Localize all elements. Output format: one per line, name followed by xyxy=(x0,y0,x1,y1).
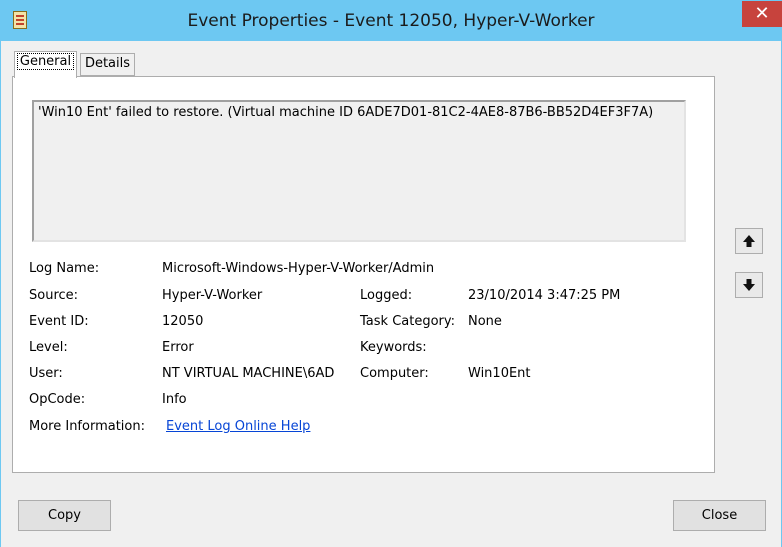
opcode-value[interactable]: Info xyxy=(162,392,187,407)
user-value[interactable]: NT VIRTUAL MACHINE\6AD xyxy=(162,366,334,381)
dialog-body: General Details 'Win10 Ent' failed to re… xyxy=(1,41,781,547)
level-value[interactable]: Error xyxy=(162,340,194,355)
tab-general[interactable]: General xyxy=(14,51,77,78)
title-bar[interactable]: Event Properties - Event 12050, Hyper-V-… xyxy=(1,1,782,41)
keywords-label: Keywords: xyxy=(360,340,427,355)
logged-value[interactable]: 23/10/2014 3:47:25 PM xyxy=(468,288,620,303)
window-title: Event Properties - Event 12050, Hyper-V-… xyxy=(187,11,595,31)
level-label: Level: xyxy=(29,340,68,355)
event-id-value[interactable]: 12050 xyxy=(162,314,203,329)
log-name-value[interactable]: Microsoft-Windows-Hyper-V-Worker/Admin xyxy=(162,261,434,276)
computer-value[interactable]: Win10Ent xyxy=(468,366,531,381)
copy-button[interactable]: Copy xyxy=(18,500,111,531)
window-close-button[interactable]: ✕ xyxy=(742,1,782,27)
down-arrow-icon xyxy=(743,279,755,291)
task-category-label: Task Category: xyxy=(360,314,456,329)
user-label: User: xyxy=(29,366,63,381)
source-label: Source: xyxy=(29,288,79,303)
opcode-label: OpCode: xyxy=(29,392,86,407)
up-arrow-icon xyxy=(743,235,755,247)
event-log-online-help-link[interactable]: Event Log Online Help xyxy=(166,419,310,434)
event-properties-window: Event Properties - Event 12050, Hyper-V-… xyxy=(0,0,782,547)
tab-details[interactable]: Details xyxy=(80,53,135,76)
event-id-label: Event ID: xyxy=(29,314,89,329)
source-value[interactable]: Hyper-V-Worker xyxy=(162,288,262,303)
log-name-label: Log Name: xyxy=(29,261,100,276)
general-tab-panel: 'Win10 Ent' failed to restore. (Virtual … xyxy=(12,76,715,473)
task-category-value[interactable]: None xyxy=(468,314,502,329)
event-description-box[interactable]: 'Win10 Ent' failed to restore. (Virtual … xyxy=(32,100,686,242)
previous-event-button[interactable] xyxy=(735,228,763,254)
next-event-button[interactable] xyxy=(735,272,763,298)
more-information-label: More Information: xyxy=(29,419,145,434)
logged-label: Logged: xyxy=(360,288,413,303)
tab-general-label: General xyxy=(16,53,75,70)
computer-label: Computer: xyxy=(360,366,429,381)
close-button[interactable]: Close xyxy=(673,500,766,531)
